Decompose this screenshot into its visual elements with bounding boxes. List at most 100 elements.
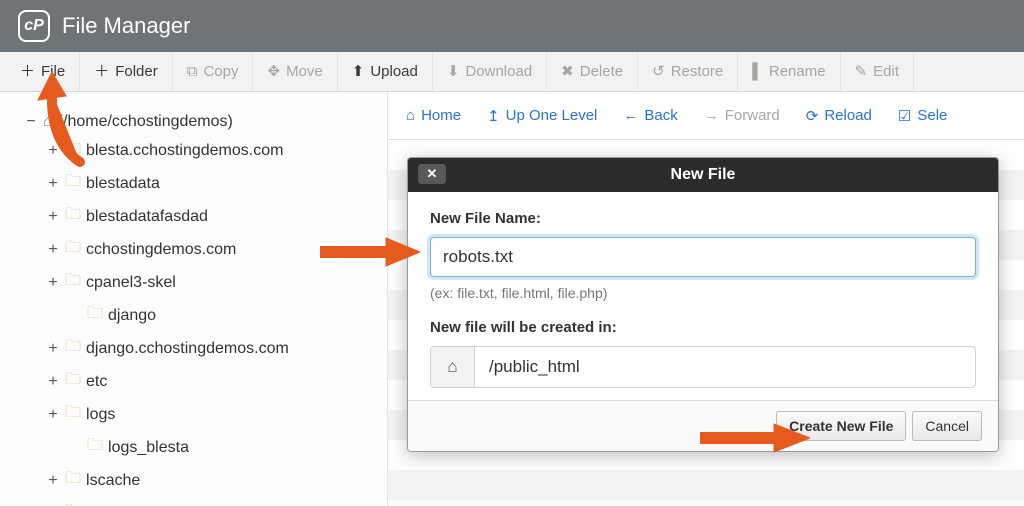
toolbar-label: Copy <box>203 63 238 80</box>
new-file-dialog: ✕ New File New File Name: (ex: file.txt,… <box>407 157 999 452</box>
toolbar-label: Restore <box>671 63 724 80</box>
expand-icon[interactable]: + <box>46 208 60 226</box>
folder-icon: 🗀 <box>65 500 81 506</box>
tree-item[interactable]: +🗀blestadata <box>24 167 377 200</box>
nav-select-all[interactable]: ☑ Sele <box>898 107 947 125</box>
tree-item-label: logs <box>86 406 115 424</box>
tree-item[interactable]: 🗀 logs_blesta <box>24 431 377 464</box>
download-button[interactable]: ⬇ Download <box>433 52 547 91</box>
collapse-icon[interactable]: − <box>24 113 38 131</box>
path-display: ⌂ /public_html <box>430 346 976 388</box>
tree-item[interactable]: +🗀mail <box>24 497 377 506</box>
expand-icon[interactable]: + <box>46 472 60 490</box>
tree-item-label: logs_blesta <box>108 439 189 457</box>
tree-item[interactable]: +🗀lscache <box>24 464 377 497</box>
download-icon: ⬇ <box>447 64 460 79</box>
tree-item[interactable]: + 🗀 blestadatafasdad <box>24 200 377 233</box>
expand-icon <box>68 307 82 325</box>
filename-label: New File Name: <box>430 210 976 227</box>
delete-icon: ✖ <box>561 64 574 79</box>
nav-label: Sele <box>917 107 947 124</box>
path-label: New file will be created in: <box>430 319 976 336</box>
upload-icon: ⬆ <box>352 64 365 79</box>
expand-icon[interactable]: + <box>46 241 60 259</box>
folder-icon: 🗀 <box>87 434 103 461</box>
tree-item[interactable]: 🗀 django <box>24 299 377 332</box>
nav-back[interactable]: ← Back <box>623 107 677 124</box>
nav-forward[interactable]: → Forward <box>704 107 780 124</box>
home-icon: ⌂ <box>43 113 53 131</box>
toolbar: ＋ File ＋ Folder ⧉ Copy ✥ Move ⬆ Upload ⬇… <box>0 52 1024 92</box>
new-folder-button[interactable]: ＋ Folder <box>80 52 173 91</box>
toolbar-label: Delete <box>580 63 623 80</box>
tree-item-label: blestadata <box>86 175 160 193</box>
tree-item[interactable]: +🗀cpanel3-skel <box>24 266 377 299</box>
tree-root[interactable]: − ⌂ (/home/cchostingdemos) <box>24 110 377 134</box>
dialog-footer: Create New File Cancel <box>408 400 998 451</box>
tree-item[interactable]: + 🗀 etc <box>24 365 377 398</box>
expand-icon[interactable]: + <box>46 406 60 424</box>
rename-icon: ▌ <box>752 64 763 79</box>
toolbar-label: Download <box>465 63 532 80</box>
folder-icon: 🗀 <box>65 203 81 230</box>
restore-button[interactable]: ↺ Restore <box>638 52 738 91</box>
expand-icon[interactable]: + <box>46 373 60 391</box>
nav-reload[interactable]: ⟳Reload <box>806 107 872 125</box>
tree-item[interactable]: +🗀blesta.cchostingdemos.com <box>24 134 377 167</box>
app-title: File Manager <box>62 13 190 39</box>
tree-root-label: (/home/cchostingdemos) <box>58 113 233 131</box>
edit-icon: ✎ <box>855 64 868 79</box>
tree-item[interactable]: +🗀django.cchostingdemos.com <box>24 332 377 365</box>
home-icon: ⌂ <box>431 347 475 387</box>
expand-icon[interactable]: + <box>46 340 60 358</box>
plus-icon: ＋ <box>20 64 35 79</box>
filename-input[interactable] <box>430 237 976 277</box>
upload-button[interactable]: ⬆ Upload <box>338 52 433 91</box>
tree-item[interactable]: +🗀cchostingdemos.com <box>24 233 377 266</box>
copy-button[interactable]: ⧉ Copy <box>173 52 254 91</box>
toolbar-label: Upload <box>370 63 418 80</box>
expand-icon <box>68 439 82 457</box>
delete-button[interactable]: ✖ Delete <box>547 52 638 91</box>
expand-icon[interactable]: + <box>46 175 60 193</box>
expand-icon[interactable]: + <box>46 274 60 292</box>
nav-label: Back <box>644 107 677 124</box>
nav-label: Forward <box>725 107 780 124</box>
folder-tree: − ⌂ (/home/cchostingdemos) +🗀blesta.ccho… <box>0 92 388 506</box>
filename-hint: (ex: file.txt, file.html, file.php) <box>430 285 976 301</box>
folder-icon: 🗀 <box>65 368 81 395</box>
tree-item[interactable]: +🗀logs <box>24 398 377 431</box>
tree-item-label: lscache <box>86 472 140 490</box>
tree-item-label: django <box>108 307 156 325</box>
new-file-button[interactable]: ＋ File <box>6 52 80 91</box>
expand-icon[interactable]: + <box>46 142 60 160</box>
left-arrow-icon: ← <box>623 107 638 124</box>
tree-item-label: blestadatafasdad <box>86 208 208 226</box>
cancel-button[interactable]: Cancel <box>912 411 982 441</box>
tree-item-label: blesta.cchostingdemos.com <box>86 142 283 160</box>
tree-item-label: etc <box>86 373 107 391</box>
right-arrow-icon: → <box>704 107 719 124</box>
rename-button[interactable]: ▌ Rename <box>738 52 840 91</box>
plus-icon: ＋ <box>94 64 109 79</box>
folder-icon: 🗀 <box>65 236 81 263</box>
move-button[interactable]: ✥ Move <box>253 52 337 91</box>
path-value[interactable]: /public_html <box>475 347 975 387</box>
nav-label: Home <box>421 107 461 124</box>
cpanel-logo-icon: cP <box>18 10 50 42</box>
nav-up[interactable]: ↥Up One Level <box>487 107 597 125</box>
create-file-button[interactable]: Create New File <box>776 411 906 441</box>
edit-button[interactable]: ✎ Edit <box>841 52 914 91</box>
dialog-body: New File Name: (ex: file.txt, file.html,… <box>408 192 998 400</box>
dialog-close-button[interactable]: ✕ <box>418 164 446 184</box>
nav-label: Reload <box>824 107 872 124</box>
restore-icon: ↺ <box>652 64 665 79</box>
move-icon: ✥ <box>267 64 280 79</box>
app-header: cP File Manager <box>0 0 1024 52</box>
toolbar-label: Edit <box>873 63 899 80</box>
toolbar-label: Move <box>286 63 323 80</box>
tree-item-label: django.cchostingdemos.com <box>86 340 289 358</box>
nav-home[interactable]: ⌂Home <box>406 107 461 124</box>
check-icon: ☑ <box>898 107 911 125</box>
folder-icon: 🗀 <box>87 302 103 329</box>
